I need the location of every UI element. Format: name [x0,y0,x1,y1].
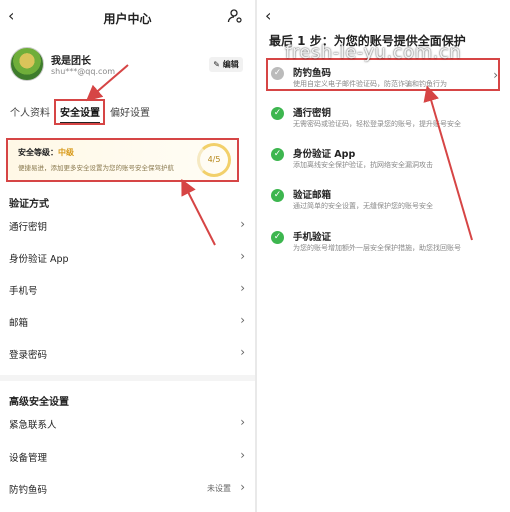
step-item-passkey[interactable]: ✓ 通行密钥 无需密码或验证码，轻松登录您的账号，提升账号安全 [269,104,500,136]
adv-item-device-management[interactable]: 设备管理 › [9,448,245,468]
done-check-icon: ✓ [271,107,284,120]
edit-profile-button[interactable]: ✎ 编辑 [209,57,243,72]
page-title: 用户中心 [103,12,152,26]
avatar[interactable] [10,47,44,81]
verify-item-phone[interactable]: 手机号 › [9,281,245,301]
verify-item-email[interactable]: 邮箱 › [9,313,245,333]
verify-item-password[interactable]: 登录密码 › [9,345,245,365]
user-settings-icon[interactable] [227,8,243,24]
verification-heading: 验证方式 [9,199,49,210]
done-check-icon: ✓ [271,231,284,244]
adv-item-anti-phishing[interactable]: 防钓鱼码 未设置 › [9,480,245,500]
adv-item-emergency-contact[interactable]: 紧急联系人 › [9,415,245,435]
tab-preferences[interactable]: 偏好设置 [110,104,150,119]
done-check-icon: ✓ [271,189,284,202]
user-center-panel: ‹ 用户中心 我是团长 shu***@qq.com ✎ 编辑 个人资料 安全设置… [0,0,255,512]
back-button[interactable]: ‹ [265,6,271,25]
chevron-right-icon: › [240,415,245,429]
step-item-email[interactable]: ✓ 验证邮箱 通过简单的安全设置，无缝保护您的账号安全 [269,186,500,218]
anti-phishing-status: 未设置 [207,484,231,493]
step-item-phone[interactable]: ✓ 手机验证 为您的账号增加额外一层安全保护措施，助您找回账号 [269,228,500,260]
header-bar: ‹ 用户中心 [0,6,255,30]
highlight-box-security-card [6,138,239,182]
chevron-right-icon: › [240,480,245,494]
verify-item-passkey[interactable]: 通行密钥 › [9,217,245,237]
protection-steps-panel: ‹ 最后 1 步：为您的账号提供全面保护 ✓ 防钓鱼码 使用自定义电子邮件验证码… [257,0,510,512]
advanced-heading: 高级安全设置 [9,397,69,408]
chevron-right-icon: › [240,249,245,263]
step-item-authenticator[interactable]: ✓ 身份验证 App 添加离线安全保护验证，抗网络安全漏洞攻击 [269,145,500,177]
verify-item-authenticator[interactable]: 身份验证 App › [9,249,245,269]
tab-profile[interactable]: 个人资料 [10,104,50,119]
user-email: shu***@qq.com [51,67,116,76]
done-check-icon: ✓ [271,148,284,161]
chevron-right-icon: › [240,281,245,295]
chevron-right-icon: › [240,313,245,327]
section-divider [0,375,255,381]
highlight-box-security-tab [54,99,105,125]
user-name: 我是团长 [51,56,91,67]
chevron-right-icon: › [240,217,245,231]
tab-bar: 个人资料 安全设置 偏好设置 [10,104,245,126]
chevron-right-icon: › [240,448,245,462]
watermark-text: fresh-le-yu.com.cn [285,42,462,63]
chevron-right-icon: › [240,345,245,359]
